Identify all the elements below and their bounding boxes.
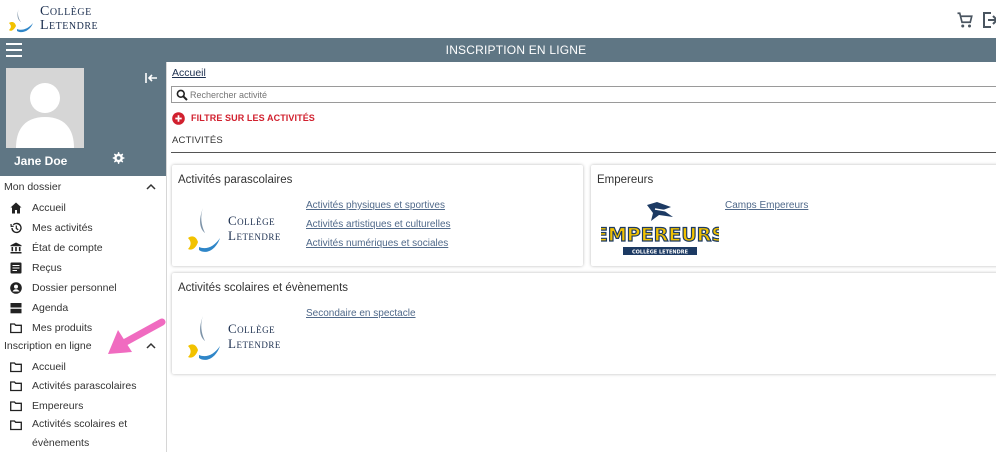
collapse-sidebar-icon[interactable] [144,71,158,85]
folder-icon [10,381,22,392]
link-activites-physiques[interactable]: Activités physiques et sportives [306,200,445,211]
sidebar-item-dossier-personnel[interactable]: Dossier personnel [0,278,166,298]
sidebar-item-label: Dossier personnel [32,282,117,294]
link-activites-numeriques[interactable]: Activités numériques et sociales [306,238,448,249]
folder-icon [10,362,22,373]
avatar [6,68,84,148]
sidebar-item-label: Empereurs [32,400,84,412]
section-mon-dossier-label: Mon dossier [4,181,62,193]
user-name: Jane Doe [14,154,68,168]
sidebar-item-label: État de compte [32,242,103,254]
sidebar-item-label: Accueil [32,361,66,373]
college-logo-wordmark: Collège Letendre [228,321,281,351]
college-logo-mark [9,8,33,33]
search-bar[interactable]: > [171,86,996,103]
brand-line-1: Collège [228,213,276,228]
agenda-icon [10,303,22,314]
folder-icon [10,323,22,334]
brand-line-2: Letendre [40,18,99,33]
sidebar-item-label: Reçus [32,262,62,274]
sidebar-item-label: Mes activités [32,222,93,234]
sidebar-item-activites-scolaires[interactable]: Activités scolaires et évènements [0,415,166,452]
bank-icon [10,242,22,254]
section-mon-dossier[interactable]: Mon dossier [0,178,166,196]
page-title: INSCRIPTION EN LIGNE [445,43,587,57]
activities-divider [171,152,996,153]
card-activites-parascolaires: Activités parascolaires Collège Letendre… [172,165,583,266]
history-icon [10,222,22,234]
activities-heading: ACTIVITÉS [172,135,223,146]
chevron-up-icon [146,183,156,190]
empereurs-logo: EMPEREURS COLLÈGE LETENDRE [601,202,719,256]
avatar-silhouette-icon [16,83,74,148]
brand-line-2: Letendre [228,228,281,243]
college-logo-mark [188,316,220,360]
card-title: Activités parascolaires [178,174,293,186]
breadcrumb-accueil[interactable]: Accueil [172,67,206,79]
profile-panel: Jane Doe [0,62,166,176]
empereurs-logo-word: EMPEREURS [601,224,719,246]
account-circle-icon [10,282,22,294]
empereurs-logo-sub: COLLÈGE LETENDRE [632,248,689,256]
folder-icon [10,420,22,431]
brand-line-1: Collège [40,4,92,19]
college-logo-mark [188,208,220,252]
brand-line-2: Letendre [228,336,281,351]
card-title: Empereurs [597,174,654,186]
link-activites-artistiques[interactable]: Activités artistiques et culturelles [306,219,451,230]
brand-line-1: Collège [228,321,276,336]
header-band: INSCRIPTION EN LIGNE [0,38,996,62]
sidebar-item-agenda[interactable]: Agenda [0,298,166,318]
sidebar-item-mes-activites[interactable]: Mes activités [0,218,166,238]
college-logo: Collège Letendre [186,203,298,259]
home-icon [10,202,22,214]
sidebar-item-etat-de-compte[interactable]: État de compte [0,238,166,258]
section-inscription-label: Inscription en ligne [4,340,92,352]
search-icon [176,89,188,101]
search-input[interactable] [190,87,970,102]
folder-icon [10,401,22,412]
card-empereurs: Empereurs EMPEREURS COLLÈGE LETENDRE Cam… [591,165,996,266]
college-logo: Collège Letendre [186,311,298,367]
card-title: Activités scolaires et évènements [178,282,349,294]
plus-circle-icon [172,112,185,125]
sidebar-item-activites-parascolaires[interactable]: Activités parascolaires [0,376,166,396]
sidebar-item-accueil[interactable]: Accueil [0,198,166,218]
filter-label: FILTRE SUR LES ACTIVITÉS [191,113,315,123]
pink-arrow-annotation-icon [108,318,166,354]
sidebar-item-label: Mes produits [32,322,93,334]
main-content: Accueil > FILTRE SUR LES ACTIVITÉS ACTIV… [167,62,996,452]
link-secondaire-en-spectacle[interactable]: Secondaire en spectacle [306,308,416,319]
gear-icon[interactable] [111,151,125,165]
receipt-icon [10,262,22,274]
sidebar: Jane Doe Mon dossier Accueil Mes activit… [0,62,167,452]
sidebar-item-recus[interactable]: Reçus [0,258,166,278]
sidebar-item-label: Activités parascolaires [32,380,137,392]
hamburger-menu-icon[interactable] [6,43,22,57]
brand-name: Collège Letendre [40,5,98,33]
cart-icon[interactable] [956,11,974,29]
logout-icon[interactable] [981,11,996,29]
sidebar-item-empereurs[interactable]: Empereurs [0,396,166,416]
link-camps-empereurs[interactable]: Camps Empereurs [725,200,808,211]
card-activites-scolaires: Activités scolaires et évènements Collèg… [172,273,996,374]
sidebar-item-label: Activités scolaires et évènements [32,418,128,449]
college-logo-wordmark: Collège Letendre [228,213,281,243]
sidebar-item-label: Accueil [32,202,66,214]
brand-bar: Collège Letendre [0,0,996,38]
sidebar-item-label: Agenda [32,302,69,314]
